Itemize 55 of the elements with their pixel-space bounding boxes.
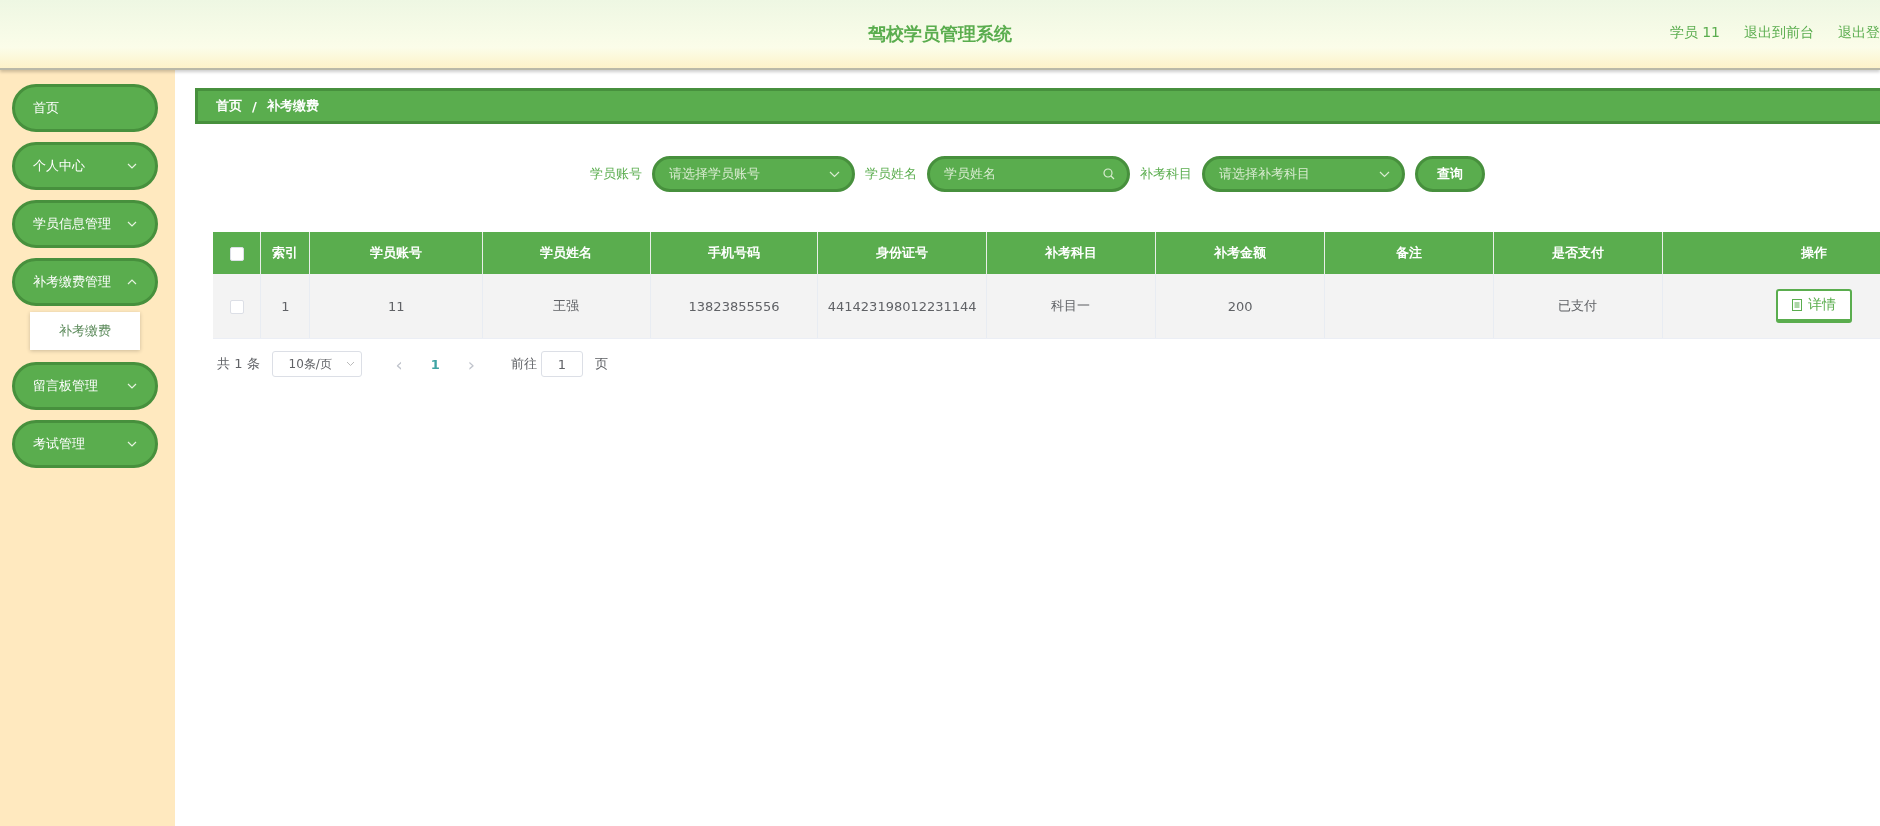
- page-size-select[interactable]: 10条/页: [271, 351, 362, 377]
- chevron-icon: [345, 361, 355, 367]
- table-cell: 11: [387, 298, 405, 314]
- column-header: 是否支付: [1493, 232, 1663, 274]
- page-number[interactable]: 1: [422, 356, 448, 372]
- table-cell: 科目一: [1051, 298, 1091, 313]
- row-checkbox[interactable]: [229, 299, 244, 314]
- column-header: 索引: [260, 232, 310, 274]
- select-all-checkbox[interactable]: [229, 246, 244, 261]
- column-header: 操作: [1662, 232, 1880, 274]
- search-icon: [1103, 168, 1115, 180]
- table-cell: 13823855556: [688, 298, 780, 314]
- filter-field[interactable]: 请选择学员账号: [652, 156, 855, 192]
- column-header: 补考金额: [1155, 232, 1325, 274]
- breadcrumb-item: /: [252, 98, 257, 114]
- column-header: 身份证号: [817, 232, 987, 274]
- menu-item[interactable]: 考试管理: [12, 420, 158, 468]
- column-header: 手机号码: [650, 232, 818, 274]
- goto-label: 前往: [511, 355, 537, 373]
- menu-item[interactable]: 留言板管理: [12, 362, 158, 410]
- header-link[interactable]: 退出登: [1838, 24, 1880, 42]
- menu-item[interactable]: 个人中心: [12, 142, 158, 190]
- column-header: 补考科目: [986, 232, 1156, 274]
- column-header: 学员账号: [309, 232, 483, 274]
- chevron-icon: [1379, 170, 1390, 178]
- breadcrumb-item: 首页: [216, 97, 242, 115]
- filter-label: 补考科目: [1140, 165, 1192, 183]
- table-cell: 王强: [553, 298, 580, 313]
- column-header: 备注: [1324, 232, 1494, 274]
- prev-page-button[interactable]: ‹: [387, 353, 411, 375]
- breadcrumb-item: 补考缴费: [266, 97, 319, 115]
- column-header: 学员姓名: [482, 232, 651, 274]
- query-button[interactable]: 查询: [1415, 156, 1485, 192]
- document-icon: [1792, 299, 1803, 311]
- filter-field[interactable]: 请选择补考科目: [1202, 156, 1405, 192]
- page-input[interactable]: 1: [541, 351, 583, 377]
- menu-item[interactable]: 学员信息管理: [12, 200, 158, 248]
- filter-label: 学员账号: [590, 165, 642, 183]
- app-title: 驾校学员管理系统: [868, 22, 1012, 46]
- submenu-item[interactable]: 补考缴费: [30, 312, 140, 350]
- page-unit: 页: [595, 355, 608, 373]
- filter-field[interactable]: 学员姓名: [927, 156, 1130, 192]
- menu-item[interactable]: 首页: [12, 84, 158, 132]
- table-cell: 1: [281, 298, 290, 314]
- header-link[interactable]: 学员 11: [1669, 24, 1720, 42]
- chevron-icon: [829, 170, 840, 178]
- header-link[interactable]: 退出到前台: [1744, 24, 1814, 42]
- filter-label: 学员姓名: [865, 165, 917, 183]
- menu-item[interactable]: 补考缴费管理: [12, 258, 158, 306]
- total-count: 共 1 条: [217, 355, 260, 373]
- table-cell: 已支付: [1558, 298, 1598, 313]
- detail-button[interactable]: 详情: [1776, 289, 1853, 323]
- table-cell: 200: [1227, 298, 1253, 314]
- next-page-button[interactable]: ›: [459, 353, 483, 375]
- table-cell: 441423198012231144: [827, 298, 977, 314]
